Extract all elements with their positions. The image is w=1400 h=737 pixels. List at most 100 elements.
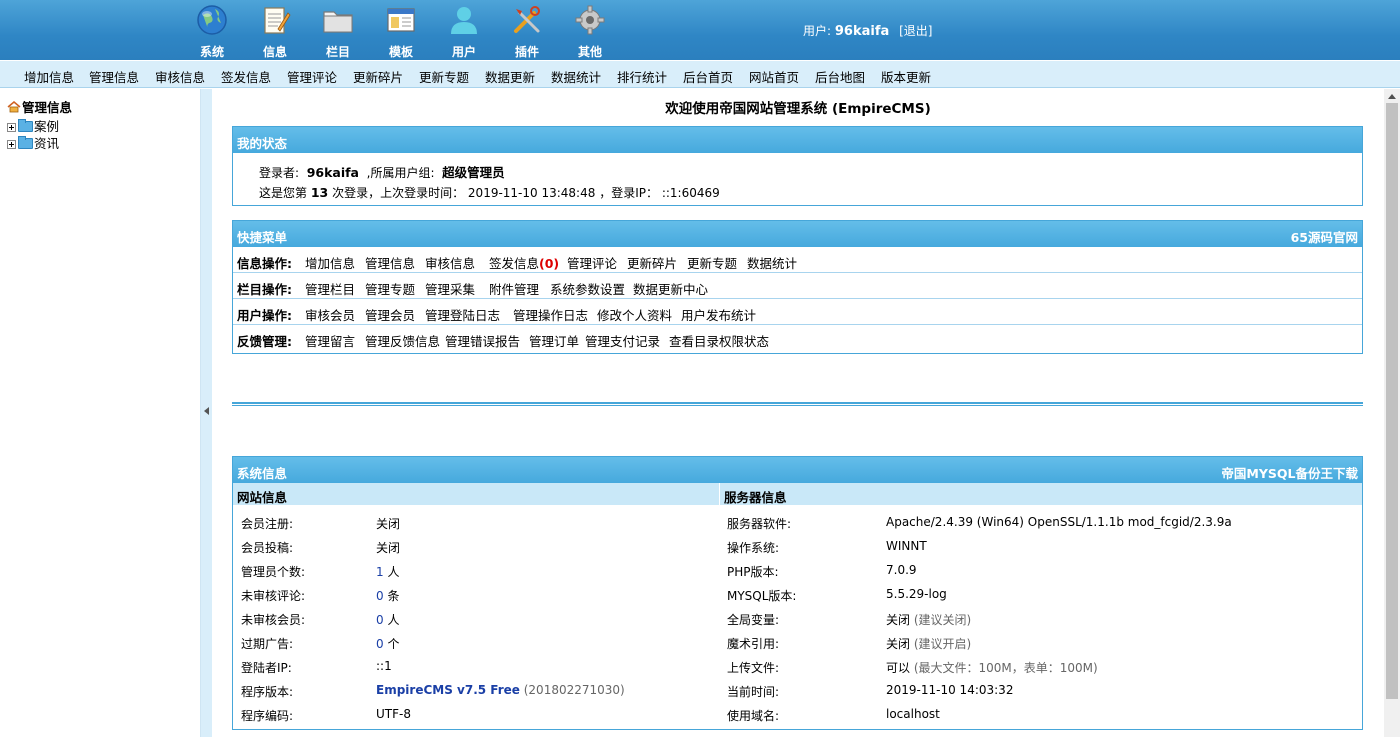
site-info-value: 0 人 (376, 611, 399, 628)
quick-link[interactable]: 管理采集 (425, 279, 475, 298)
quick-link[interactable]: 数据更新中心 (633, 279, 708, 298)
hint: (建议开启) (910, 637, 972, 651)
nav-user[interactable]: 用户 (434, 2, 494, 59)
login-label: 登录者: (259, 166, 300, 180)
quick-link[interactable]: 管理信息 (365, 253, 415, 272)
group-label: ,所属用户组: (366, 166, 435, 180)
quick-link[interactable]: 管理登陆日志 (425, 305, 500, 324)
pending-members: 0 (376, 613, 384, 627)
build-number: (201802271030) (519, 683, 625, 697)
quick-link[interactable]: 管理错误报告 (445, 331, 520, 350)
official-site-link[interactable]: 65源码官网 (1291, 227, 1358, 246)
quick-row-label: 信息操作: (237, 256, 292, 271)
nav-system[interactable]: 系统 (182, 2, 242, 59)
server-info-value: 2019-11-10 14:03:32 (886, 683, 1014, 697)
quick-link[interactable]: 管理操作日志 (513, 305, 588, 324)
panel-title: 我的状态 (237, 136, 288, 151)
username: 96kaifa (834, 24, 890, 39)
scroll-up-arrow-icon[interactable] (1388, 94, 1396, 99)
submenu-item[interactable]: 管理评论 (287, 67, 337, 86)
quick-link[interactable]: 管理会员 (365, 305, 415, 324)
submenu-item[interactable]: 管理信息 (89, 67, 139, 86)
quick-link[interactable]: 审核信息 (425, 253, 475, 272)
submenu-item[interactable]: 更新碎片 (353, 67, 403, 86)
submenu-item[interactable]: 增加信息 (24, 67, 74, 86)
user-prefix: 用户: (803, 24, 832, 38)
site-info-key: 管理员个数: (241, 565, 306, 579)
quick-link-sign[interactable]: 签发信息(0) (489, 253, 559, 272)
split-bar[interactable] (200, 89, 212, 737)
tree-node-label: 案例 (34, 119, 60, 134)
nav-info[interactable]: 信息 (245, 2, 305, 59)
site-info-key: 登陆者IP: (241, 661, 292, 675)
count-prefix: 这是您第 (259, 186, 308, 200)
quick-row-user: 用户操作: 审核会员 管理会员 管理登陆日志 管理操作日志 修改个人资料 用户发… (233, 299, 1362, 325)
quick-link[interactable]: 管理订单 (529, 331, 579, 350)
submenu-item[interactable]: 版本更新 (881, 67, 931, 86)
quick-link[interactable]: 系统参数设置 (550, 279, 625, 298)
nav-template[interactable]: 模板 (371, 2, 431, 59)
submenu-item[interactable]: 数据统计 (551, 67, 601, 86)
quick-link[interactable]: 查看目录权限状态 (669, 331, 769, 350)
submenu-item[interactable]: 数据更新 (485, 67, 535, 86)
quick-link[interactable]: 附件管理 (489, 279, 539, 298)
quick-link[interactable]: 管理评论 (567, 253, 617, 272)
submenu-item[interactable]: 后台地图 (815, 67, 865, 86)
site-info-key: 会员注册: (241, 517, 294, 531)
submenu-item[interactable]: 排行统计 (617, 67, 667, 86)
nav-label: 系统 (199, 45, 224, 59)
panel-title: 快捷菜单 (237, 230, 288, 245)
server-info-key: 魔术引用: (727, 637, 780, 651)
quick-link[interactable]: 数据统计 (747, 253, 797, 272)
collapse-arrow-icon[interactable] (204, 407, 209, 415)
quick-link[interactable]: 管理支付记录 (585, 331, 660, 350)
server-info-value: Apache/2.4.39 (Win64) OpenSSL/1.1.1b mod… (886, 515, 1232, 529)
site-info-key: 过期广告: (241, 637, 294, 651)
tree-root-label: 管理信息 (22, 100, 73, 115)
tree-node-news[interactable]: 资讯 (7, 133, 59, 152)
page-title: 欢迎使用帝国网站管理系统 (EmpireCMS) (665, 101, 931, 117)
quick-link[interactable]: 用户发布统计 (681, 305, 756, 324)
submenu-item[interactable]: 审核信息 (155, 67, 205, 86)
quick-link[interactable]: 审核会员 (305, 305, 355, 324)
quick-link[interactable]: 管理栏目 (305, 279, 355, 298)
quick-link[interactable]: 更新专题 (687, 253, 737, 272)
server-info-key: 使用域名: (727, 709, 780, 723)
tree-root[interactable]: 管理信息 (7, 97, 72, 116)
folder-icon (323, 11, 353, 33)
expand-icon[interactable] (7, 140, 16, 149)
login-count-line: 这是您第 13 次登录，上次登录时间： 2019-11-10 13:48:48 … (259, 184, 720, 201)
quick-link[interactable]: 修改个人资料 (597, 305, 672, 324)
quick-link[interactable]: 管理留言 (305, 331, 355, 350)
quick-link[interactable]: 更新碎片 (627, 253, 677, 272)
submenu-item[interactable]: 签发信息 (221, 67, 271, 86)
scrollbar-thumb[interactable] (1386, 103, 1398, 699)
quick-link-label: 签发信息 (489, 256, 540, 271)
nav-other[interactable]: 其他 (560, 2, 620, 59)
submenu-item[interactable]: 后台首页 (683, 67, 733, 86)
submenu-item[interactable]: 更新专题 (419, 67, 469, 86)
server-info-key: MYSQL版本: (727, 589, 797, 603)
submenu-item[interactable]: 网站首页 (749, 67, 799, 86)
site-info-key: 程序版本: (241, 685, 294, 699)
server-info-value: 7.0.9 (886, 563, 917, 577)
program-version-link[interactable]: EmpireCMS v7.5 Free (376, 683, 520, 697)
logout-link[interactable]: [退出] (899, 24, 932, 38)
expired-ads: 0 (376, 637, 384, 651)
vertical-scrollbar[interactable] (1384, 89, 1400, 737)
site-info-key: 程序编码: (241, 709, 294, 723)
user-group: 超级管理员 (442, 165, 505, 180)
unit: 人 (383, 565, 400, 579)
nav-column[interactable]: 栏目 (308, 2, 368, 59)
quick-link[interactable]: 增加信息 (305, 253, 355, 272)
quick-row-column: 栏目操作: 管理栏目 管理专题 管理采集 附件管理 系统参数设置 数据更新中心 (233, 273, 1362, 299)
site-info-value: 1 人 (376, 563, 399, 580)
nav-plugin[interactable]: 插件 (497, 2, 557, 59)
quick-link[interactable]: 管理反馈信息 (365, 331, 440, 350)
expand-icon[interactable] (7, 123, 16, 132)
quick-link[interactable]: 管理专题 (365, 279, 415, 298)
home-icon (7, 101, 21, 113)
site-info-heading: 网站信息 (233, 483, 719, 505)
site-info-key: 未审核会员: (241, 613, 306, 627)
mysql-backup-download-link[interactable]: 帝国MYSQL备份王下载 (1221, 463, 1358, 482)
